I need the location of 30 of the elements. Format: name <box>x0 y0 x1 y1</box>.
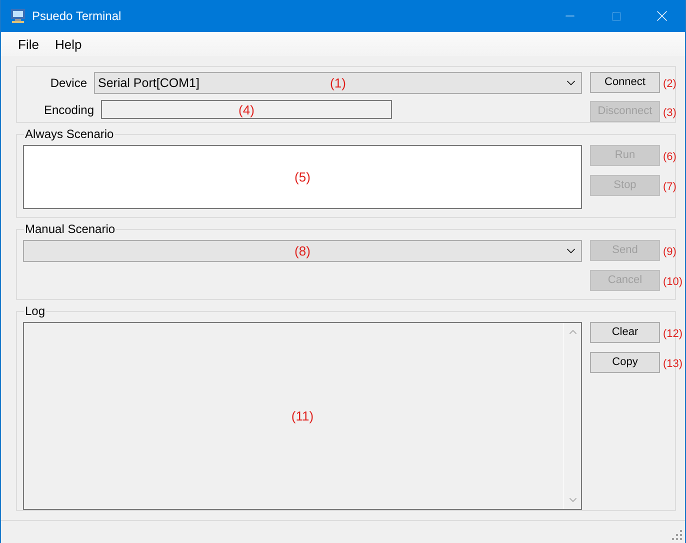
annotation-number: (12) <box>663 328 683 340</box>
group-title: Log <box>24 304 46 318</box>
action-button[interactable]: Clear <box>590 322 660 343</box>
maximize-icon[interactable] <box>610 10 622 22</box>
group-title: Manual Scenario <box>24 222 116 236</box>
action-button[interactable]: Copy <box>590 352 660 373</box>
scenario-dropdown[interactable] <box>23 240 582 262</box>
annotation-number: (9) <box>663 246 676 258</box>
field-label: Encoding <box>42 102 95 116</box>
annotation-number: (7) <box>663 180 676 193</box>
annotation-number: (1) <box>330 76 346 90</box>
annotation-number: (4) <box>238 102 254 117</box>
scenario-editor[interactable] <box>23 145 582 209</box>
encoding-field[interactable] <box>101 100 392 119</box>
annotation-number: (5) <box>294 170 310 184</box>
annotation-number: (11) <box>291 408 314 424</box>
action-button[interactable]: Connect <box>590 72 660 93</box>
annotation-number: (2) <box>663 78 676 90</box>
annotation-number: (3) <box>663 106 676 119</box>
menu-item[interactable]: Help <box>46 36 90 52</box>
group-title: Always Scenario <box>24 127 115 141</box>
annotation-number: (10) <box>663 276 683 288</box>
annotation-number: (6) <box>663 150 676 163</box>
resize-grip-icon <box>672 530 682 540</box>
menu-item[interactable]: File <box>10 36 47 52</box>
annotation-number: (8) <box>294 244 310 258</box>
field-label: Device <box>49 76 88 90</box>
window-title: Psuedo Terminal <box>32 9 122 23</box>
terminal-icon <box>10 8 26 24</box>
annotation-number: (13) <box>663 358 683 370</box>
